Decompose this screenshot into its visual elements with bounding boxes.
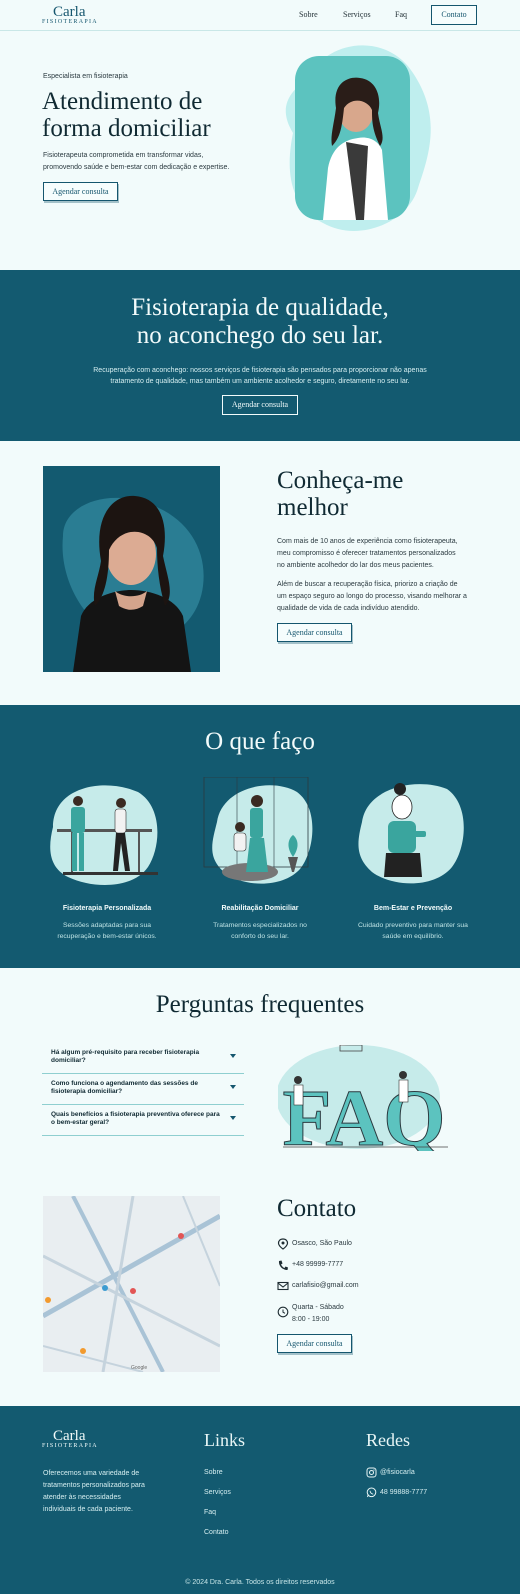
faq-question: Quais benefícios a fisioterapia preventi… xyxy=(51,1111,220,1126)
faq-illustration-text: FAQ xyxy=(283,1075,446,1151)
about-title-line1: Conheça-me xyxy=(277,467,404,494)
faq-illustration: FAQ xyxy=(278,1045,448,1151)
service-desc-line: Tratamentos especializados no xyxy=(213,922,307,929)
about-paragraph-2: Além de buscar a recuperação física, pri… xyxy=(277,579,467,615)
whatsapp-icon[interactable] xyxy=(366,1487,377,1498)
footer-whatsapp[interactable]: 48 99888-7777 xyxy=(380,1489,427,1496)
logo-subtitle: FISIOTERAPIA xyxy=(42,19,98,25)
about-paragraph-1: Com mais de 10 anos de experiência como … xyxy=(277,536,458,572)
hero-desc-line1: Fisioterapeuta comprometida em transform… xyxy=(43,152,204,159)
instagram-icon[interactable] xyxy=(366,1467,377,1478)
service-desc-line: recuperação e bem-estar únicos. xyxy=(57,933,157,940)
quality-title: Fisioterapia de qualidade, no aconchego … xyxy=(0,294,520,350)
hero-title: Atendimento de forma domiciliar xyxy=(42,88,211,142)
footer-copyright: © 2024 Dra. Carla. Todos os direitos res… xyxy=(185,1579,335,1586)
footer-link-sobre[interactable]: Sobre xyxy=(204,1469,223,1476)
footer-link-servicos[interactable]: Serviços xyxy=(204,1489,231,1496)
footer-links-title: Links xyxy=(204,1430,246,1450)
hero-portrait xyxy=(285,45,431,231)
chevron-down-icon[interactable] xyxy=(230,1054,236,1058)
quality-section: Fisioterapia de qualidade, no aconchego … xyxy=(0,270,520,441)
footer-instagram[interactable]: @fisiocarla xyxy=(380,1469,415,1476)
quality-cta-button[interactable]: Agendar consulta xyxy=(222,395,298,415)
services-section: O que faço Fisioterapia Personalizada Se… xyxy=(0,705,520,968)
service-desc-line: Sessões adaptadas para sua xyxy=(62,922,152,929)
top-nav: Carla FISIOTERAPIA Sobre Serviços Faq Co… xyxy=(0,0,520,31)
about-p1-line: meu compromisso é oferecer tratamentos p… xyxy=(277,550,456,557)
faq-question: Há algum pré-requisito para receber fisi… xyxy=(51,1049,200,1064)
mail-icon xyxy=(277,1281,289,1291)
contact-location: Osasco, São Paulo xyxy=(292,1240,352,1247)
about-p2-line: qualidade de vida de cada indivíduo aten… xyxy=(277,605,420,612)
faq-item[interactable]: Quais benefícios a fisioterapia preventi… xyxy=(42,1105,244,1136)
service-desc-line: Cuidado preventivo para manter sua xyxy=(358,922,468,929)
footer-desc-line: individuais de cada paciente. xyxy=(43,1506,133,1513)
location-pin-icon xyxy=(277,1238,289,1250)
footer: Carla FISIOTERAPIA Oferecemos uma varied… xyxy=(0,1406,520,1594)
footer-link-faq[interactable]: Faq xyxy=(204,1509,216,1516)
service-desc-personalized: Sessões adaptadas para sua recuperação e… xyxy=(32,920,182,942)
map-brand: Google xyxy=(131,1365,147,1371)
faq-item[interactable]: Há algum pré-requisito para receber fisi… xyxy=(42,1043,244,1074)
chevron-down-icon[interactable] xyxy=(230,1085,236,1089)
quality-title-line1: Fisioterapia de qualidade, xyxy=(131,294,389,321)
footer-desc-line: Oferecemos uma variedade de xyxy=(43,1470,140,1477)
footer-logo-subtitle: FISIOTERAPIA xyxy=(42,1443,98,1449)
quality-title-line2: no aconchego do seu lar. xyxy=(136,322,384,349)
footer-link-contato[interactable]: Contato xyxy=(204,1529,229,1536)
quality-desc-line2: tratamento de qualidade, mas também um a… xyxy=(110,378,410,385)
quality-description: Recuperação com aconchego: nossos serviç… xyxy=(0,365,520,387)
services-title: O que faço xyxy=(205,728,315,755)
contact-hours-time: 8:00 - 19:00 xyxy=(292,1316,330,1323)
contact-button[interactable]: Contato xyxy=(431,5,477,25)
contact-cta-button[interactable]: Agendar consulta xyxy=(277,1334,352,1353)
nav-link-faq[interactable]: Faq xyxy=(395,10,407,19)
contact-hours: Quarta - Sábado 8:00 - 19:00 xyxy=(292,1302,344,1326)
service-illustration-wellness xyxy=(358,783,464,884)
service-desc-wellness: Cuidado preventivo para manter sua saúde… xyxy=(338,920,488,942)
footer-desc-line: atender às necessidades xyxy=(43,1494,121,1501)
faq-item[interactable]: Como funciona o agendamento das sessões … xyxy=(42,1074,244,1105)
hero-title-line1: Atendimento de xyxy=(42,88,203,115)
contact-title: Contato xyxy=(277,1195,357,1222)
footer-desc-line: tratamentos personalizados para xyxy=(43,1482,145,1489)
about-p1-line: Com mais de 10 anos de experiência como … xyxy=(277,538,458,545)
nav-link-servicos[interactable]: Serviços xyxy=(343,10,371,19)
service-title-personalized: Fisioterapia Personalizada xyxy=(62,905,152,912)
hero-eyebrow: Especialista em fisioterapia xyxy=(43,73,128,80)
quality-desc-line1: Recuperação com aconchego: nossos serviç… xyxy=(93,367,427,374)
phone-icon xyxy=(278,1260,288,1270)
hero-desc-line2: promovendo saúde e bem-estar com dedicaç… xyxy=(43,164,230,171)
contact-phone[interactable]: +48 99999-7777 xyxy=(292,1261,343,1268)
nav-link-sobre[interactable]: Sobre xyxy=(299,10,318,19)
faq-question: Como funciona o agendamento das sessões … xyxy=(51,1080,199,1095)
service-desc-line: saúde em equilíbrio. xyxy=(382,933,444,940)
clock-icon xyxy=(277,1306,289,1318)
faq-title: Perguntas frequentes xyxy=(155,991,365,1018)
contact-email[interactable]: carlafisio@gmail.com xyxy=(292,1282,359,1289)
footer-description: Oferecemos uma variedade de tratamentos … xyxy=(43,1468,145,1516)
about-cta-button[interactable]: Agendar consulta xyxy=(277,623,352,642)
hero-description: Fisioterapeuta comprometida em transform… xyxy=(43,150,229,174)
footer-social-title: Redes xyxy=(366,1430,410,1450)
service-desc-rehab: Tratamentos especializados no conforto d… xyxy=(185,920,335,942)
about-p2-line: um espaço seguro ao longo do processo, v… xyxy=(277,593,467,600)
hero-title-line2: forma domiciliar xyxy=(42,115,211,142)
contact-map[interactable]: Google xyxy=(43,1196,220,1372)
about-p2-line: Além de buscar a recuperação física, pri… xyxy=(277,581,458,588)
service-illustration-personalized xyxy=(50,785,158,886)
service-title-wellness: Bem-Estar e Prevenção xyxy=(373,905,453,912)
service-title-rehab: Reabilitação Domiciliar xyxy=(221,905,299,912)
about-p1-line: no ambiente acolhedor do lar dos meus pa… xyxy=(277,562,434,569)
hero-cta-button[interactable]: Agendar consulta xyxy=(43,182,118,201)
service-desc-line: conforto do seu lar. xyxy=(231,933,289,940)
contact-hours-days: Quarta - Sábado xyxy=(292,1304,344,1311)
about-portrait xyxy=(43,466,220,672)
service-illustration-rehab xyxy=(203,777,313,884)
about-title-line2: melhor xyxy=(277,494,348,521)
about-title: Conheça-me melhor xyxy=(277,467,403,521)
chevron-down-icon[interactable] xyxy=(230,1116,236,1120)
